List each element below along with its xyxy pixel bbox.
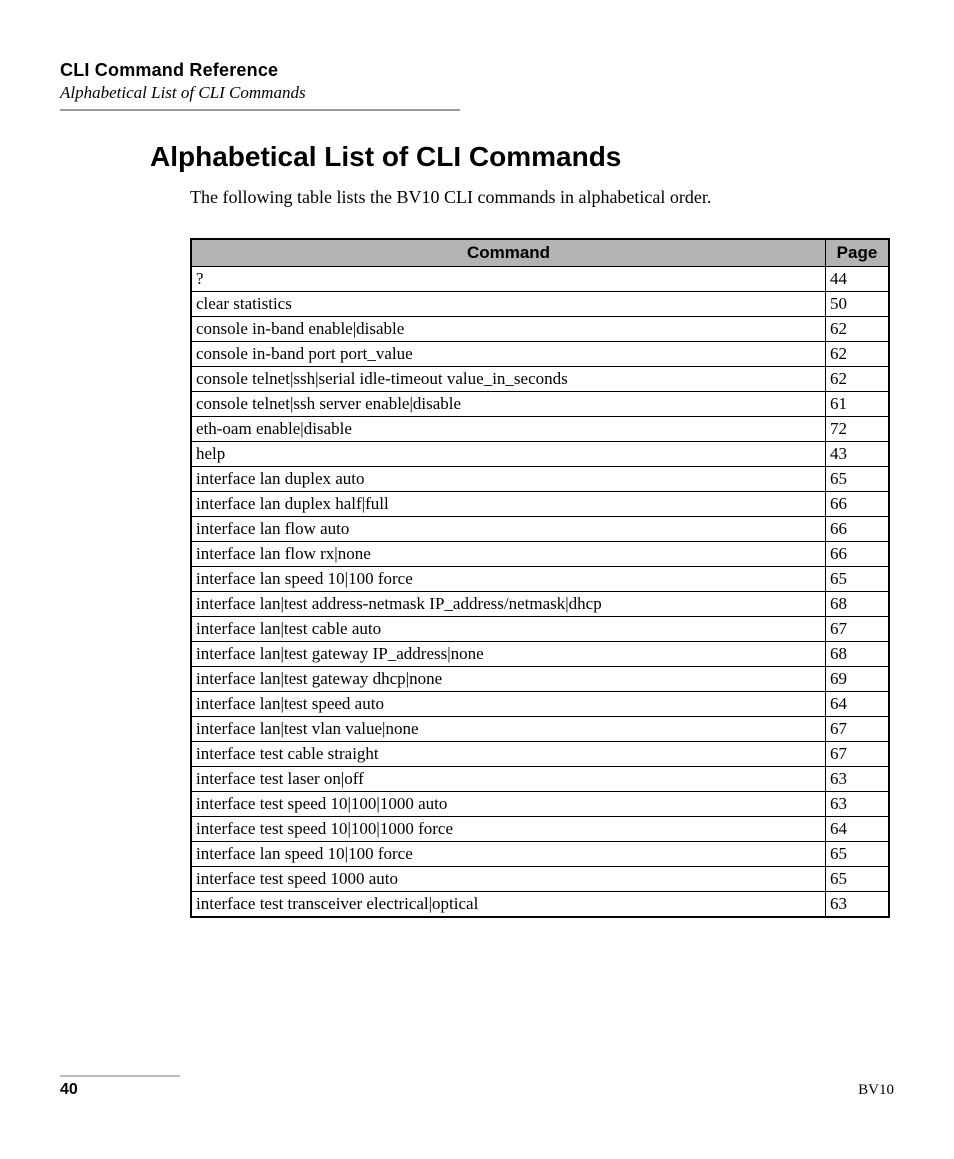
table-row: eth-oam enable|disable72 [191,417,889,442]
page-cell: 72 [826,417,890,442]
command-cell: interface test cable straight [191,742,826,767]
command-cell: interface lan|test gateway IP_address|no… [191,642,826,667]
command-cell: interface lan|test gateway dhcp|none [191,667,826,692]
table-row: interface lan|test cable auto67 [191,617,889,642]
table-row: console telnet|ssh server enable|disable… [191,392,889,417]
page-cell: 65 [826,567,890,592]
page-cell: 67 [826,717,890,742]
header-command: Command [191,239,826,267]
table-row: clear statistics50 [191,292,889,317]
command-cell: console telnet|ssh|serial idle-timeout v… [191,367,826,392]
table-row: interface lan|test speed auto64 [191,692,889,717]
table-row: interface lan flow rx|none66 [191,542,889,567]
page-cell: 63 [826,892,890,918]
command-cell: interface test speed 1000 auto [191,867,826,892]
command-cell: console in-band enable|disable [191,317,826,342]
command-cell: interface lan speed 10|100 force [191,842,826,867]
command-table-wrap: Command Page ?44clear statistics50consol… [60,238,894,918]
table-row: interface test speed 10|100|1000 auto63 [191,792,889,817]
page-cell: 62 [826,342,890,367]
command-cell: interface test laser on|off [191,767,826,792]
command-cell: ? [191,267,826,292]
page-cell: 50 [826,292,890,317]
page-cell: 64 [826,817,890,842]
command-cell: interface lan flow auto [191,517,826,542]
page-cell: 67 [826,742,890,767]
command-cell: interface lan duplex half|full [191,492,826,517]
table-row: interface lan|test gateway IP_address|no… [191,642,889,667]
command-cell: interface test transceiver electrical|op… [191,892,826,918]
command-cell: interface lan duplex auto [191,467,826,492]
table-row: interface lan speed 10|100 force65 [191,567,889,592]
table-row: console telnet|ssh|serial idle-timeout v… [191,367,889,392]
command-cell: eth-oam enable|disable [191,417,826,442]
table-row: ?44 [191,267,889,292]
page-cell: 43 [826,442,890,467]
page-cell: 62 [826,367,890,392]
table-row: interface lan flow auto66 [191,517,889,542]
page-cell: 66 [826,492,890,517]
page-cell: 65 [826,842,890,867]
page-cell: 68 [826,642,890,667]
table-row: interface lan|test address-netmask IP_ad… [191,592,889,617]
header-divider [60,109,460,111]
page-cell: 44 [826,267,890,292]
table-row: interface lan duplex auto65 [191,467,889,492]
command-cell: console telnet|ssh server enable|disable [191,392,826,417]
command-cell: interface test speed 10|100|1000 auto [191,792,826,817]
header-page: Page [826,239,890,267]
page-header: CLI Command Reference Alphabetical List … [60,60,894,111]
intro-paragraph: The following table lists the BV10 CLI c… [60,187,894,208]
page-cell: 62 [826,317,890,342]
section-subtitle: Alphabetical List of CLI Commands [60,83,894,103]
command-table: Command Page ?44clear statistics50consol… [190,238,890,918]
page-cell: 64 [826,692,890,717]
table-row: help43 [191,442,889,467]
page-footer: 40 BV10 [60,1075,894,1099]
table-row: interface test cable straight67 [191,742,889,767]
page-cell: 63 [826,792,890,817]
table-row: interface lan duplex half|full66 [191,492,889,517]
table-row: interface test laser on|off63 [191,767,889,792]
command-cell: interface lan|test cable auto [191,617,826,642]
page-cell: 66 [826,542,890,567]
command-cell: interface lan speed 10|100 force [191,567,826,592]
page-cell: 68 [826,592,890,617]
command-cell: clear statistics [191,292,826,317]
document-id: BV10 [858,1082,894,1099]
table-header-row: Command Page [191,239,889,267]
page-cell: 69 [826,667,890,692]
command-cell: interface lan|test speed auto [191,692,826,717]
command-cell: interface lan|test address-netmask IP_ad… [191,592,826,617]
page-cell: 66 [826,517,890,542]
table-row: interface lan|test gateway dhcp|none69 [191,667,889,692]
table-row: interface test speed 1000 auto65 [191,867,889,892]
page-cell: 63 [826,767,890,792]
command-cell: console in-band port port_value [191,342,826,367]
section-title: Alphabetical List of CLI Commands [60,141,894,173]
table-row: interface test speed 10|100|1000 force64 [191,817,889,842]
command-cell: interface lan|test vlan value|none [191,717,826,742]
table-row: interface lan|test vlan value|none67 [191,717,889,742]
page-cell: 65 [826,467,890,492]
chapter-title: CLI Command Reference [60,60,894,81]
table-row: console in-band enable|disable62 [191,317,889,342]
page-number: 40 [60,1081,78,1099]
page-cell: 61 [826,392,890,417]
footer-divider [60,1075,180,1077]
page-cell: 67 [826,617,890,642]
table-row: console in-band port port_value62 [191,342,889,367]
command-cell: interface lan flow rx|none [191,542,826,567]
command-cell: help [191,442,826,467]
command-cell: interface test speed 10|100|1000 force [191,817,826,842]
page-cell: 65 [826,867,890,892]
table-row: interface lan speed 10|100 force65 [191,842,889,867]
table-row: interface test transceiver electrical|op… [191,892,889,918]
page: CLI Command Reference Alphabetical List … [0,0,954,1159]
